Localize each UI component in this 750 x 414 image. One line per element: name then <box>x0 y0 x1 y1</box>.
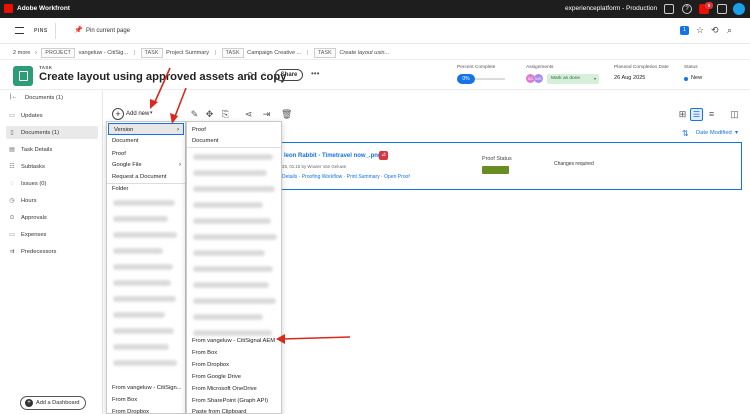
annotation-arrowhead <box>150 99 158 109</box>
annotation-arrow-line <box>153 67 171 105</box>
annotation-arrowhead <box>276 334 285 344</box>
annotation-arrow-line <box>281 336 351 340</box>
annotation-arrows <box>150 67 351 344</box>
annotation-arrow-line <box>173 87 187 120</box>
annotation-arrowhead <box>170 113 178 124</box>
